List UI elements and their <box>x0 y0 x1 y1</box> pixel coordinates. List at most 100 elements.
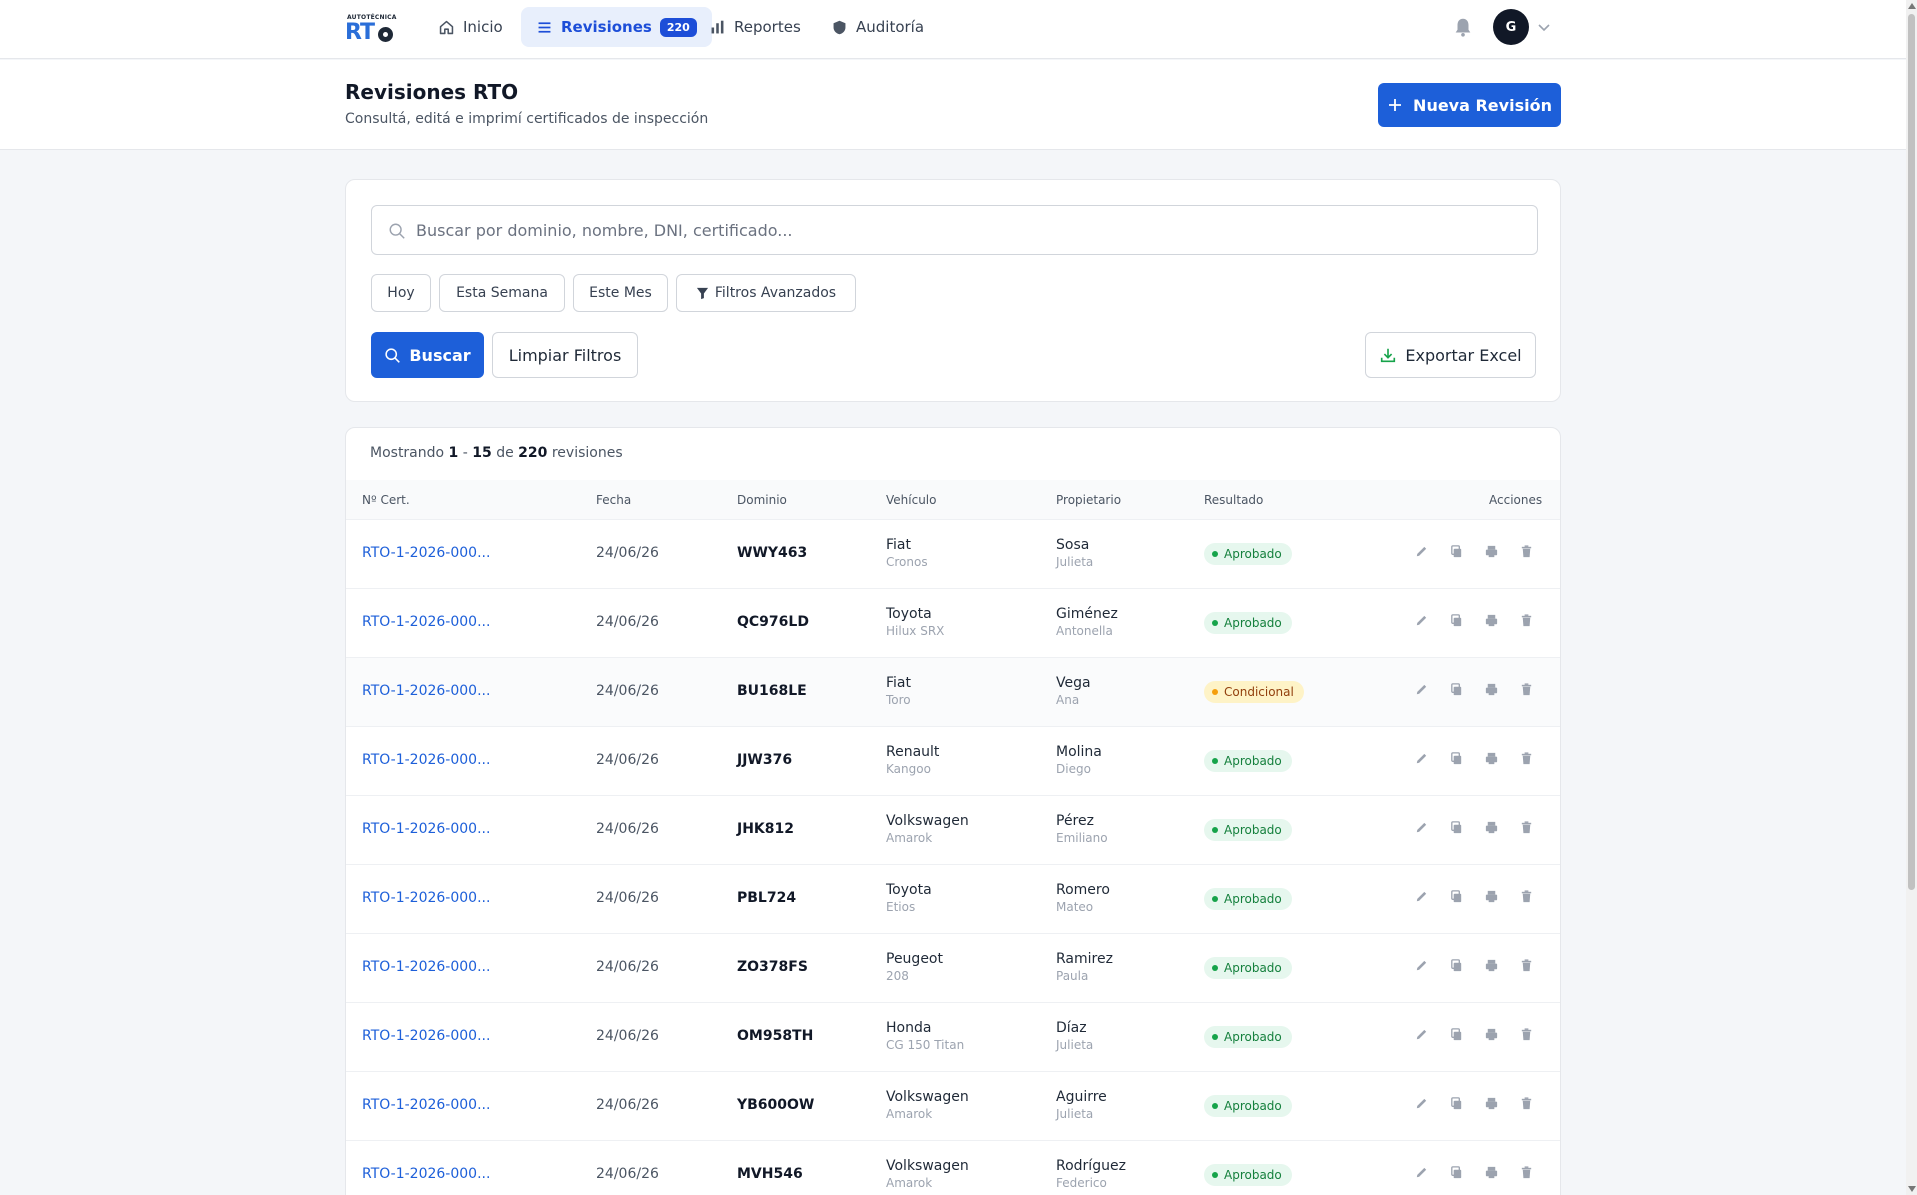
status-dot <box>1212 1034 1218 1040</box>
results-summary: Mostrando 1 - 15 de 220 revisiones <box>370 445 623 461</box>
row-actions <box>1414 958 1534 973</box>
duplicate-button[interactable] <box>1449 751 1464 766</box>
print-button[interactable] <box>1484 613 1499 628</box>
cert-number-link[interactable]: RTO-1-2026-000... <box>362 683 490 699</box>
shield-icon <box>833 20 846 34</box>
cert-number-link[interactable]: RTO-1-2026-000... <box>362 1097 490 1113</box>
delete-button[interactable] <box>1519 958 1534 973</box>
scroll-up-arrow[interactable] <box>1908 3 1916 9</box>
page-scrollbar[interactable] <box>1906 0 1917 1195</box>
duplicate-button[interactable] <box>1449 820 1464 835</box>
clear-filters-button[interactable]: Limpiar Filtros <box>492 332 638 378</box>
copy-icon <box>1449 544 1464 559</box>
duplicate-button[interactable] <box>1449 1027 1464 1042</box>
duplicate-button[interactable] <box>1449 613 1464 628</box>
column-header-cert[interactable]: Nº Cert. <box>362 493 410 507</box>
edit-button[interactable] <box>1414 1165 1429 1180</box>
trash-icon <box>1519 751 1534 766</box>
owner-lastname: Molina <box>1056 744 1102 760</box>
search-button[interactable]: Buscar <box>371 332 484 378</box>
delete-button[interactable] <box>1519 544 1534 559</box>
edit-button[interactable] <box>1414 751 1429 766</box>
edit-button[interactable] <box>1414 613 1429 628</box>
column-header-resultado[interactable]: Resultado <box>1204 493 1263 507</box>
chevron-down-icon[interactable] <box>1536 20 1552 34</box>
export-excel-button[interactable]: Exportar Excel <box>1365 332 1536 378</box>
edit-button[interactable] <box>1414 820 1429 835</box>
delete-button[interactable] <box>1519 820 1534 835</box>
cert-number-link[interactable]: RTO-1-2026-000... <box>362 1028 490 1044</box>
scroll-down-arrow[interactable] <box>1908 1186 1916 1192</box>
delete-button[interactable] <box>1519 1096 1534 1111</box>
duplicate-button[interactable] <box>1449 958 1464 973</box>
scrollbar-thumb[interactable] <box>1908 14 1915 890</box>
filter-chip-esta-semana[interactable]: Esta Semana <box>439 274 565 312</box>
cert-number-link[interactable]: RTO-1-2026-000... <box>362 614 490 630</box>
cert-number-link[interactable]: RTO-1-2026-000... <box>362 752 490 768</box>
print-button[interactable] <box>1484 544 1499 559</box>
nav-item-revisiones[interactable]: Revisiones 220 <box>521 7 712 47</box>
pencil-icon <box>1414 820 1429 835</box>
table-row[interactable]: RTO-1-2026-000... 24/06/26 MVH546 Volkswage… <box>346 1141 1560 1195</box>
table-row[interactable]: RTO-1-2026-000... 24/06/26 ZO378FS Peugeot 2… <box>346 934 1560 1003</box>
column-header-vehiculo[interactable]: Vehículo <box>886 493 936 507</box>
cert-number-link[interactable]: RTO-1-2026-000... <box>362 959 490 975</box>
filter-chip-este-mes[interactable]: Este Mes <box>573 274 668 312</box>
new-revision-button[interactable]: Nueva Revisión <box>1378 83 1561 127</box>
cert-number-link[interactable]: RTO-1-2026-000... <box>362 821 490 837</box>
print-button[interactable] <box>1484 682 1499 697</box>
duplicate-button[interactable] <box>1449 682 1464 697</box>
results-total: 220 <box>518 445 548 461</box>
column-header-fecha[interactable]: Fecha <box>596 493 631 507</box>
delete-button[interactable] <box>1519 751 1534 766</box>
print-button[interactable] <box>1484 1027 1499 1042</box>
print-button[interactable] <box>1484 820 1499 835</box>
delete-button[interactable] <box>1519 1165 1534 1180</box>
vehicle-model: Cronos <box>886 555 928 569</box>
edit-button[interactable] <box>1414 1027 1429 1042</box>
filter-chip-hoy[interactable]: Hoy <box>371 274 431 312</box>
duplicate-button[interactable] <box>1449 1096 1464 1111</box>
duplicate-button[interactable] <box>1449 1165 1464 1180</box>
table-row[interactable]: RTO-1-2026-000... 24/06/26 YB600OW Volkswag… <box>346 1072 1560 1141</box>
duplicate-button[interactable] <box>1449 889 1464 904</box>
search-input[interactable] <box>372 206 1537 254</box>
edit-button[interactable] <box>1414 1096 1429 1111</box>
cert-number-link[interactable]: RTO-1-2026-000... <box>362 890 490 906</box>
print-button[interactable] <box>1484 1165 1499 1180</box>
cert-number-link[interactable]: RTO-1-2026-000... <box>362 545 490 561</box>
table-row[interactable]: RTO-1-2026-000... 24/06/26 JJW376 Renault Ka… <box>346 727 1560 796</box>
print-button[interactable] <box>1484 751 1499 766</box>
table-row[interactable]: RTO-1-2026-000... 24/06/26 QC976LD Toyota Hi… <box>346 589 1560 658</box>
nav-item-auditoria[interactable]: Auditoría <box>816 7 939 47</box>
owner-cell: Molina Diego <box>1056 744 1102 776</box>
nav-item-reportes[interactable]: Reportes <box>694 7 816 47</box>
edit-button[interactable] <box>1414 889 1429 904</box>
column-header-dominio[interactable]: Dominio <box>737 493 787 507</box>
column-header-propietario[interactable]: Propietario <box>1056 493 1121 507</box>
user-avatar[interactable]: G <box>1493 9 1529 45</box>
notifications-bell-icon[interactable] <box>1452 16 1474 38</box>
table-row[interactable]: RTO-1-2026-000... 24/06/26 WWY463 Fiat Crono… <box>346 520 1560 589</box>
cert-number-link[interactable]: RTO-1-2026-000... <box>362 1166 490 1182</box>
print-button[interactable] <box>1484 958 1499 973</box>
print-button[interactable] <box>1484 889 1499 904</box>
trash-icon <box>1519 1096 1534 1111</box>
edit-button[interactable] <box>1414 544 1429 559</box>
duplicate-button[interactable] <box>1449 544 1464 559</box>
advanced-filters-button[interactable]: Filtros Avanzados <box>676 274 856 312</box>
brand-logo[interactable]: AUTOTÉCNICA RT <box>345 12 396 45</box>
delete-button[interactable] <box>1519 1027 1534 1042</box>
delete-button[interactable] <box>1519 613 1534 628</box>
table-row[interactable]: RTO-1-2026-000... 24/06/26 JHK812 Volkswage… <box>346 796 1560 865</box>
edit-button[interactable] <box>1414 958 1429 973</box>
table-row[interactable]: RTO-1-2026-000... 24/06/26 OM958TH Honda CG … <box>346 1003 1560 1072</box>
table-row[interactable]: RTO-1-2026-000... 24/06/26 BU168LE Fiat Toro… <box>346 658 1560 727</box>
trash-icon <box>1519 682 1534 697</box>
delete-button[interactable] <box>1519 682 1534 697</box>
table-row[interactable]: RTO-1-2026-000... 24/06/26 PBL724 Toyota Eti… <box>346 865 1560 934</box>
nav-item-inicio[interactable]: Inicio <box>423 7 518 47</box>
edit-button[interactable] <box>1414 682 1429 697</box>
print-button[interactable] <box>1484 1096 1499 1111</box>
delete-button[interactable] <box>1519 889 1534 904</box>
